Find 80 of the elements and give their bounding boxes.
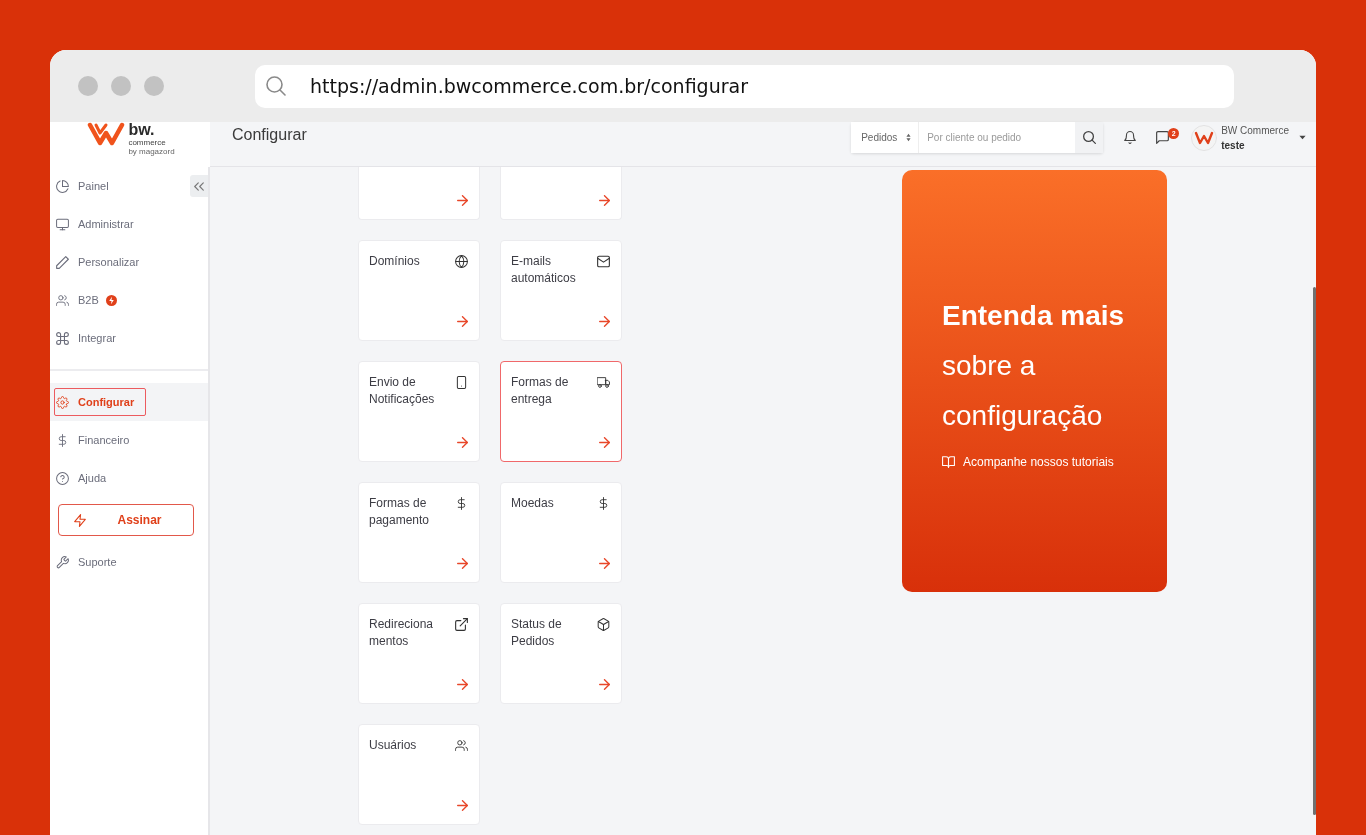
arrow-right-icon (599, 558, 610, 569)
arrow-right-icon (457, 316, 468, 327)
logo-wordmark: bw. (128, 122, 156, 138)
settings-icon (56, 395, 69, 409)
arrow-right-icon (457, 195, 468, 206)
card-title: E-mails automáticos (511, 253, 577, 287)
settings-card[interactable]: Redirecionamentos (358, 603, 480, 704)
arrow-right-icon (457, 679, 468, 690)
card-title: Domínios (369, 253, 421, 270)
promo-headline: Entenda mais sobre a configuração (942, 299, 1126, 433)
sidebar-item[interactable]: Ajuda (50, 459, 208, 497)
collapse-sidebar-button[interactable] (190, 175, 208, 197)
dollar-icon (597, 497, 610, 510)
settings-card[interactable]: Formas de pagamento (358, 482, 480, 583)
command-icon (56, 331, 69, 345)
users-icon (455, 739, 468, 752)
avatar-icon[interactable] (1191, 124, 1218, 151)
book-icon (942, 456, 955, 468)
logo-tagline: by magazord (128, 147, 175, 156)
sidebar-item[interactable]: Painel (50, 167, 190, 205)
sidebar-item[interactable]: B2B (50, 281, 208, 319)
search-field[interactable]: Por cliente ou pedido (919, 122, 1076, 153)
card-title: Envio de Notificações (369, 374, 436, 408)
card-title: Formas de pagamento (369, 495, 431, 529)
envelope-icon (597, 255, 610, 268)
arrow-right-icon (457, 558, 468, 569)
settings-card[interactable]: Domínios (358, 240, 480, 341)
settings-card[interactable]: Usuários (358, 724, 480, 825)
logo-mark-icon (87, 122, 126, 146)
sidebar-item[interactable]: Suporte (50, 543, 208, 581)
search-scope-select[interactable]: Pedidos (851, 122, 920, 153)
wrench-icon (56, 555, 69, 569)
card-title: Usuários (369, 737, 418, 754)
search-button[interactable] (1075, 122, 1104, 153)
search-icon (1082, 131, 1096, 144)
arrow-right-icon (457, 800, 468, 811)
tutorials-link[interactable]: Acompanhe nossos tutoriais (942, 453, 1114, 471)
address-bar[interactable]: https://admin.bwcommerce.com.br/configurar (255, 64, 1234, 108)
lightning-icon (74, 513, 86, 527)
sidebar-item[interactable]: Integrar (50, 319, 208, 357)
globe-icon (455, 255, 468, 268)
sidebar-item[interactable]: Administrar (50, 205, 208, 243)
monitor-icon (56, 217, 69, 231)
chat-icon[interactable] (1156, 131, 1170, 144)
arrow-right-icon (599, 679, 610, 690)
card-title: Formas de entrega (511, 374, 570, 408)
pencil-icon (56, 255, 69, 269)
chevrons-left-icon (194, 181, 204, 191)
logo-subtitle: commerce (128, 138, 167, 147)
settings-card[interactable]: Formas de entrega (500, 361, 622, 462)
search-bar[interactable]: Pedidos Por cliente ou pedido (851, 122, 1104, 153)
truck-icon (597, 376, 610, 389)
subscribe-button[interactable]: Assinar (58, 504, 194, 536)
account-user: teste (1221, 138, 1246, 153)
caret-icon[interactable] (1299, 135, 1306, 140)
settings-card[interactable]: Envio de Notificações (358, 361, 480, 462)
scrollbar-thumb[interactable] (1313, 287, 1316, 815)
arrow-right-icon (457, 437, 468, 448)
settings-card[interactable]: Status de Pedidos (500, 603, 622, 704)
account-name: BW Commerce (1221, 123, 1289, 138)
sidebar-item[interactable]: Financeiro (50, 421, 208, 459)
help-icon (56, 471, 69, 485)
sort-caret-icon (906, 133, 912, 142)
dollar-icon (56, 433, 69, 447)
dollar-icon (455, 497, 468, 510)
bell-icon[interactable] (1124, 131, 1137, 144)
settings-card[interactable]: E-mails automáticos (500, 240, 622, 341)
sidebar-item[interactable]: Personalizar (50, 243, 208, 281)
page-title: Configurar (232, 125, 307, 145)
phone-icon (455, 376, 468, 389)
settings-card[interactable]: Moedas (500, 482, 622, 583)
card-title: Status de Pedidos (511, 616, 563, 650)
sidebar-item[interactable]: Configurar (50, 383, 208, 421)
card-title: Moedas (511, 495, 555, 512)
pie-chart-icon (56, 179, 69, 193)
external-link-icon (455, 618, 468, 631)
search-icon (266, 76, 286, 96)
box-icon (597, 618, 610, 631)
users-icon (56, 293, 69, 307)
card-title: Redirecionamentos (369, 616, 435, 650)
